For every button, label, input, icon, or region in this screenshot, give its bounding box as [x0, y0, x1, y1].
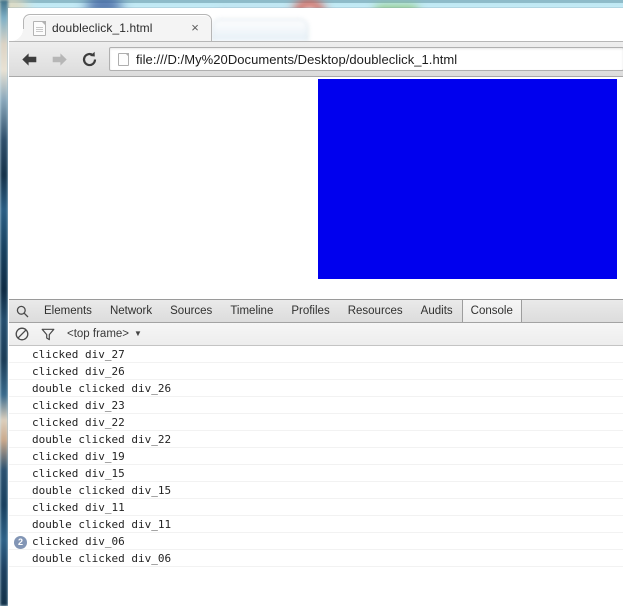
address-bar-url: file:///D:/My%20Documents/Desktop/double…: [136, 52, 457, 67]
devtools-tab-audits[interactable]: Audits: [412, 300, 462, 322]
devtools-tab-elements[interactable]: Elements: [35, 300, 101, 322]
repeat-count-badge: 2: [14, 536, 27, 549]
devtools-tab-resources[interactable]: Resources: [339, 300, 412, 322]
console-message-text: clicked div_26: [32, 365, 125, 378]
console-message: clicked div_11: [9, 499, 623, 516]
console-message-text: clicked div_11: [32, 501, 125, 514]
devtools-tab-timeline[interactable]: Timeline: [221, 300, 282, 322]
devtools-tabbar: Elements Network Sources Timeline Profil…: [9, 300, 623, 323]
screenshot-root: doubleclick_1.html ×: [0, 0, 623, 606]
console-message: double clicked div_06: [9, 550, 623, 567]
console-message-text: clicked div_06: [32, 535, 125, 548]
page-viewport: [9, 77, 623, 299]
console-message-text: double clicked div_22: [32, 433, 171, 446]
devtools-panel: Elements Network Sources Timeline Profil…: [9, 299, 623, 603]
browser-window: doubleclick_1.html ×: [8, 8, 623, 606]
console-message: clicked div_22: [9, 414, 623, 431]
desktop-left-strip: [0, 0, 8, 606]
console-message-text: clicked div_22: [32, 416, 125, 429]
console-message-text: double clicked div_15: [32, 484, 171, 497]
console-message: double clicked div_15: [9, 482, 623, 499]
console-message-text: double clicked div_26: [32, 382, 171, 395]
devtools-tab-sources[interactable]: Sources: [161, 300, 221, 322]
tab-strip: doubleclick_1.html ×: [9, 8, 623, 41]
console-message-text: clicked div_15: [32, 467, 125, 480]
browser-toolbar: file:///D:/My%20Documents/Desktop/double…: [9, 41, 623, 77]
filter-funnel-icon[interactable]: [35, 323, 61, 346]
console-context-label: <top frame>: [67, 328, 129, 340]
console-context-selector[interactable]: <top frame> ▼: [67, 328, 142, 340]
document-icon: [118, 53, 129, 66]
console-message-list[interactable]: clicked div_27clicked div_26double click…: [9, 346, 623, 601]
chevron-down-icon: ▼: [134, 330, 142, 338]
console-message-text: double clicked div_06: [32, 552, 171, 565]
close-icon[interactable]: ×: [187, 20, 203, 36]
console-message: clicked div_23: [9, 397, 623, 414]
console-message: clicked div_19: [9, 448, 623, 465]
console-message: clicked div_26: [9, 363, 623, 380]
console-message: clicked div_27: [9, 346, 623, 363]
document-icon: [33, 21, 46, 36]
blue-target-div[interactable]: [318, 79, 617, 279]
console-message-text: clicked div_19: [32, 450, 125, 463]
clear-console-icon[interactable]: [9, 323, 35, 346]
arrow-left-icon[interactable]: [16, 46, 42, 72]
background-tab[interactable]: [212, 19, 308, 41]
devtools-tab-profiles[interactable]: Profiles: [282, 300, 338, 322]
devtools-tab-console[interactable]: Console: [462, 300, 522, 322]
tab-title: doubleclick_1.html: [52, 21, 187, 35]
console-message-text: double clicked div_11: [32, 518, 171, 531]
console-message-text: clicked div_27: [32, 348, 125, 361]
search-icon[interactable]: [9, 300, 35, 322]
console-message: double clicked div_22: [9, 431, 623, 448]
console-prompt[interactable]: >: [9, 601, 623, 603]
arrow-right-icon[interactable]: [46, 46, 72, 72]
reload-icon[interactable]: [76, 46, 102, 72]
tab-doubleclick-1-html[interactable]: doubleclick_1.html ×: [23, 14, 212, 41]
console-message: clicked div_15: [9, 465, 623, 482]
console-toolbar: <top frame> ▼: [9, 323, 623, 346]
console-message: double clicked div_11: [9, 516, 623, 533]
address-bar[interactable]: file:///D:/My%20Documents/Desktop/double…: [109, 47, 623, 71]
devtools-tab-network[interactable]: Network: [101, 300, 161, 322]
console-message: double clicked div_26: [9, 380, 623, 397]
console-message: 2 clicked div_06: [9, 533, 623, 550]
console-message-text: clicked div_23: [32, 399, 125, 412]
